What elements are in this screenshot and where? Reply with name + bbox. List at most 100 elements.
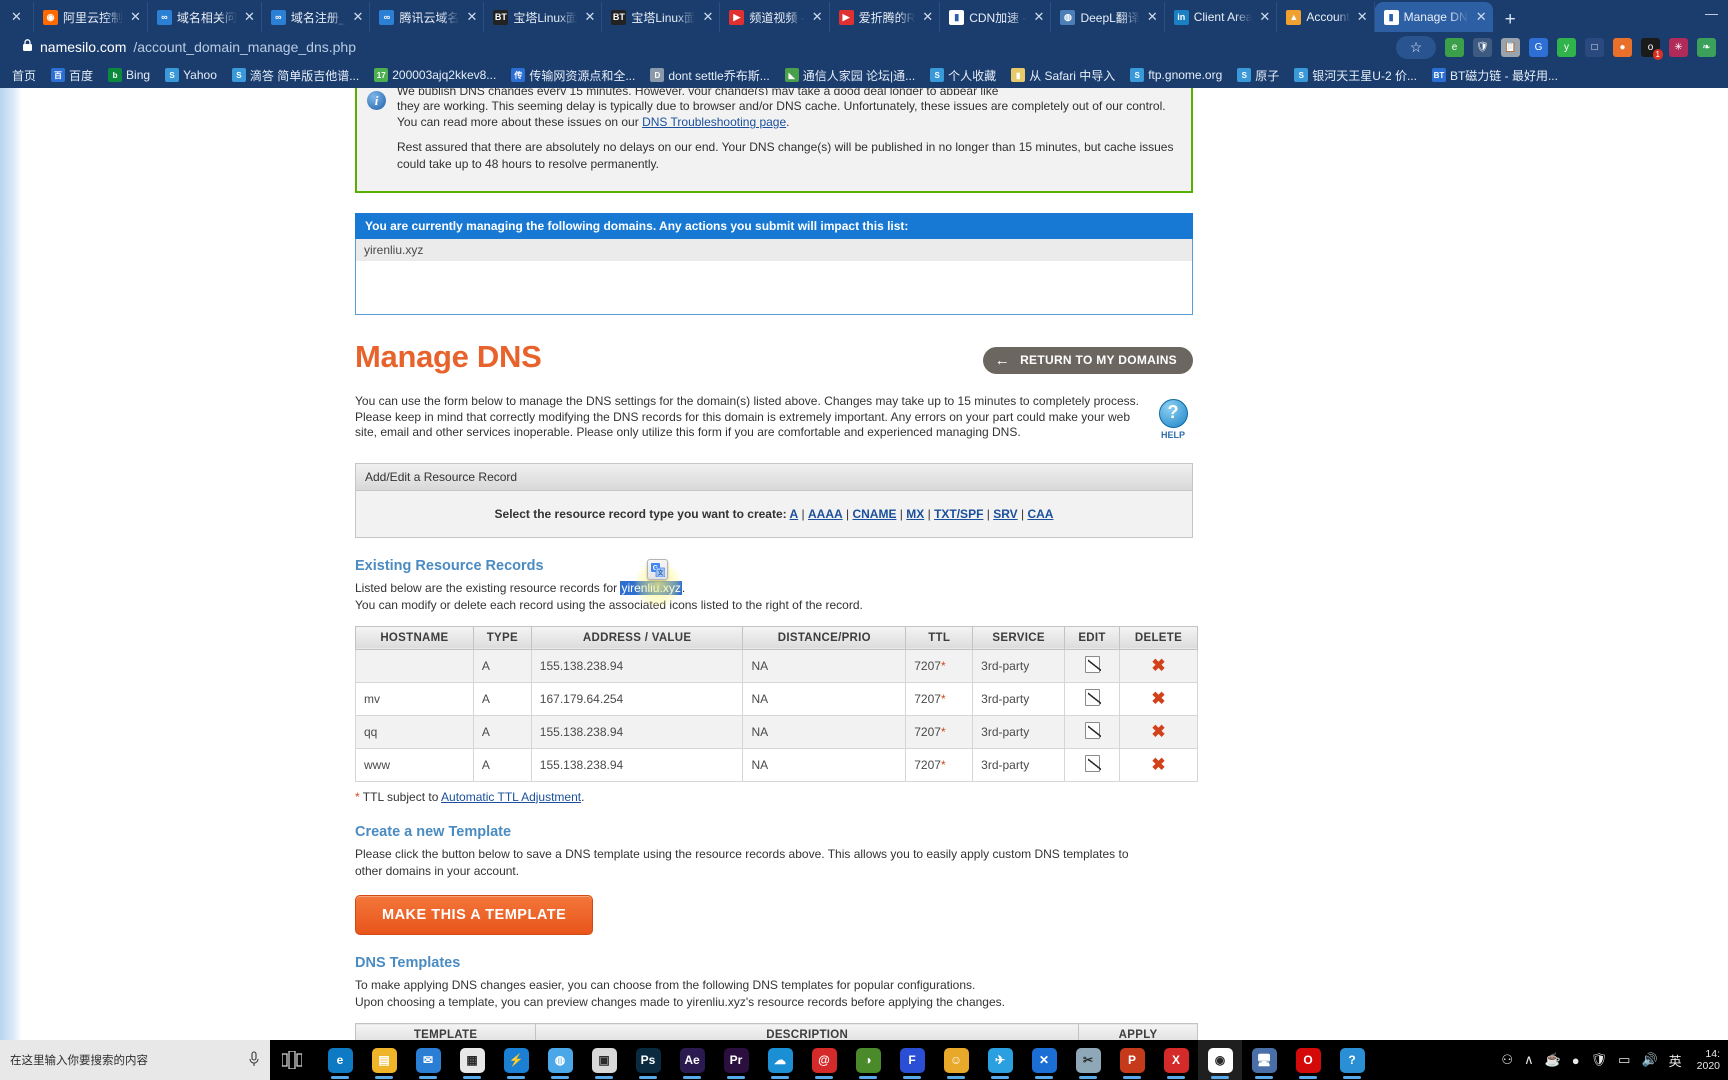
tab-close-icon[interactable]: ✕ [584,9,595,25]
tab-close-icon[interactable]: ✕ [466,9,477,25]
edit-icon[interactable] [1084,688,1101,706]
edit-icon[interactable] [1084,655,1101,673]
people-icon[interactable]: ⚇ [1501,1052,1513,1068]
taskbar-icon-water-drop-app[interactable]: ◍ [538,1040,582,1080]
taskbar-icon-help-app[interactable]: ? [1330,1040,1374,1080]
record-type-link-a[interactable]: A [790,507,799,521]
record-type-link-srv[interactable]: SRV [993,507,1017,521]
tab-close-icon[interactable]: ✕ [1259,9,1270,25]
managing-domain-item[interactable]: yirenliu.xyz [356,238,1192,261]
delete-icon[interactable]: ✖ [1151,755,1165,774]
browser-tab[interactable]: ▮ CDN加速 - ✕ [940,2,1052,32]
coffee-icon[interactable]: ☕ [1545,1052,1561,1068]
browser-tab[interactable]: ▲ Account ✕ [1277,2,1375,32]
clipboard-extension-icon[interactable]: 📋 [1501,37,1520,57]
dns-troubleshooting-link[interactable]: DNS Troubleshooting page [642,115,786,129]
taskbar-icon-presentation-app[interactable]: ▣ [582,1040,626,1080]
record-edit-cell[interactable] [1064,714,1120,749]
taskbar-icon-thunder-download[interactable]: ⚡ [494,1040,538,1080]
bookmark-item[interactable]: S 个人收藏 [924,65,1002,86]
battery-icon[interactable]: ▭ [1618,1052,1630,1068]
taskbar-icon-wps-app[interactable]: X [1154,1040,1198,1080]
window-minimize-button[interactable]: — [1705,6,1718,21]
browser-tab[interactable]: ∞ 腾讯云域名 ✕ [370,2,485,32]
taskbar-icon-yellow-smiley-app[interactable]: ☺ [934,1040,978,1080]
record-type-link-caa[interactable]: CAA [1027,507,1053,521]
taskbar-icon-photoshop[interactable]: Ps [626,1040,670,1080]
taskbar-clock[interactable]: 14: 2020 [1693,1048,1720,1073]
bookmark-item[interactable]: ◣ 通信人家园 论坛|通... [779,65,921,86]
bookmark-item[interactable]: 首页 [6,65,42,86]
new-tab-button[interactable]: + [1493,10,1528,32]
taskbar-icon-onedrive[interactable]: ☁ [758,1040,802,1080]
tab-close-icon[interactable]: ✕ [1357,9,1368,25]
record-edit-cell[interactable] [1064,681,1120,716]
browser-tab[interactable]: in Client Area ✕ [1165,2,1278,32]
record-type-link-mx[interactable]: MX [906,507,924,521]
delete-icon[interactable]: ✖ [1151,689,1165,708]
record-delete-cell[interactable]: ✖ [1119,648,1198,683]
security-shield-icon[interactable]: 🛡 [1591,1052,1608,1068]
taskbar-search-box[interactable]: 在这里输入你要搜索的内容 [0,1040,270,1080]
pinwheel-extension-icon[interactable]: ✳ [1669,37,1688,57]
tab-close-icon[interactable]: ✕ [130,9,141,25]
tab-close-icon[interactable]: ✕ [702,9,713,25]
tab-close-icon[interactable]: ✕ [353,9,364,25]
tab-close-icon[interactable]: ✕ [1147,9,1158,25]
taskbar-icon-feishu[interactable]: F [890,1040,934,1080]
automatic-ttl-adjustment-link[interactable]: Automatic TTL Adjustment [441,790,581,804]
yandex-extension-icon[interactable]: y [1557,37,1576,57]
tab-close-icon[interactable]: ✕ [11,9,22,25]
bookmark-item[interactable]: BT BT磁力链 - 最好用... [1426,65,1564,86]
orange-extension-icon[interactable]: ● [1613,37,1632,57]
browser-tab[interactable]: ◍ DeepL翻译 ✕ [1051,2,1165,32]
taskbar-icon-snail-app[interactable]: @ [802,1040,846,1080]
browser-tab[interactable]: ▶ 频道视频 - ✕ [720,2,830,32]
browser-tab[interactable]: ∞ 域名相关问 ✕ [148,2,262,32]
browser-tab[interactable]: ◉ 阿里云控制 ✕ [34,2,148,32]
delete-icon[interactable]: ✖ [1151,722,1165,741]
edit-icon[interactable] [1084,721,1101,739]
bookmark-item[interactable]: S Yahoo [159,66,223,84]
bookmark-item[interactable]: S 银河天王星U-2 价... [1288,65,1423,86]
tab-close-icon[interactable]: ✕ [922,9,933,25]
taskbar-icon-microsoft-store[interactable]: ▦ [450,1040,494,1080]
return-to-my-domains-button[interactable]: ← RETURN TO MY DOMAINS [982,346,1193,374]
taskbar-icon-remote-desktop[interactable]: 🖥 [1242,1040,1286,1080]
evernote-extension-icon[interactable]: e [1445,37,1464,57]
record-type-link-aaaa[interactable]: AAAA [808,507,843,521]
bookmark-item[interactable]: 传传输网资源点和全... [505,65,641,86]
taskbar-icon-green-app[interactable]: ◑ [846,1040,890,1080]
taskbar-icon-file-explorer[interactable]: ▤ [362,1040,406,1080]
bookmark-item[interactable]: S 原子 [1231,65,1285,86]
taskbar-icon-opera[interactable]: O [1286,1040,1330,1080]
browser-tab[interactable]: BT 宝塔Linux面 ✕ [484,2,603,32]
bookmark-item[interactable]: b Bing [102,66,156,84]
record-delete-cell[interactable]: ✖ [1119,681,1198,716]
ime-icon[interactable]: 英 [1669,1051,1682,1070]
browser-tab[interactable]: ∞ 域名注册_ ✕ [262,2,371,32]
record-edit-cell[interactable] [1064,648,1120,683]
browser-tab[interactable]: BT 宝塔Linux面 ✕ [602,2,721,32]
taskbar-icon-chrome[interactable]: ◉ [1198,1040,1242,1080]
bookmark-item[interactable]: S 滴答 简单版吉他谱... [226,65,365,86]
taskbar-icon-powerpoint[interactable]: P [1110,1040,1154,1080]
chevron-up-icon[interactable]: ∧ [1524,1052,1534,1068]
bookmark-item[interactable]: Sftp.gnome.org [1124,66,1228,84]
shield-extension-icon[interactable]: 🛡 [1473,37,1492,57]
browser-tab[interactable]: ✕ [0,2,34,32]
google-translate-extension-icon[interactable]: G [1529,37,1548,57]
orange-dot-icon[interactable]: ● [1572,1053,1580,1068]
bookmark-item[interactable]: ▮ 从 Safari 中导入 [1005,65,1121,86]
browser-tab[interactable]: ▶ 爱折腾的R ✕ [830,2,941,32]
taskbar-icon-edge[interactable]: e [318,1040,362,1080]
tab-close-icon[interactable]: ✕ [812,9,823,25]
record-type-link-cname[interactable]: CNAME [852,507,896,521]
square-extension-icon[interactable]: □ [1585,37,1604,57]
microphone-icon[interactable] [248,1050,260,1070]
help-icon[interactable]: ? [1158,398,1188,428]
taskbar-icon-after-effects[interactable]: Ae [670,1040,714,1080]
volume-icon[interactable]: 🔊 [1641,1052,1657,1068]
help-block[interactable]: ? HELP [1145,398,1201,442]
browser-tab[interactable]: ▮ Manage DNS ✕ [1374,2,1493,32]
